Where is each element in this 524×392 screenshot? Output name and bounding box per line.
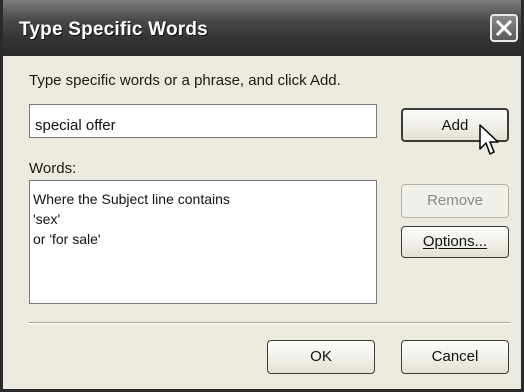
instruction-text: Type specific words or a phrase, and cli… [29, 72, 341, 89]
close-button[interactable] [490, 14, 518, 42]
divider [29, 322, 511, 324]
list-item[interactable]: or 'for sale' [33, 229, 376, 249]
type-specific-words-dialog: Type Specific Words Type specific words … [0, 0, 524, 392]
mouse-pointer-icon [479, 124, 499, 155]
words-label: Words: [29, 160, 77, 177]
words-list[interactable]: Where the Subject line contains 'sex' or… [29, 180, 377, 304]
options-button[interactable]: Options... [401, 226, 509, 258]
list-item[interactable]: 'sex' [33, 209, 376, 229]
ok-button[interactable]: OK [267, 340, 375, 374]
close-icon [496, 20, 512, 36]
phrase-input[interactable] [29, 104, 377, 138]
title-bar[interactable]: Type Specific Words [3, 0, 521, 56]
window-title: Type Specific Words [19, 19, 208, 40]
cancel-button[interactable]: Cancel [401, 340, 509, 374]
list-item[interactable]: Where the Subject line contains [33, 189, 376, 209]
remove-button[interactable]: Remove [401, 184, 509, 218]
